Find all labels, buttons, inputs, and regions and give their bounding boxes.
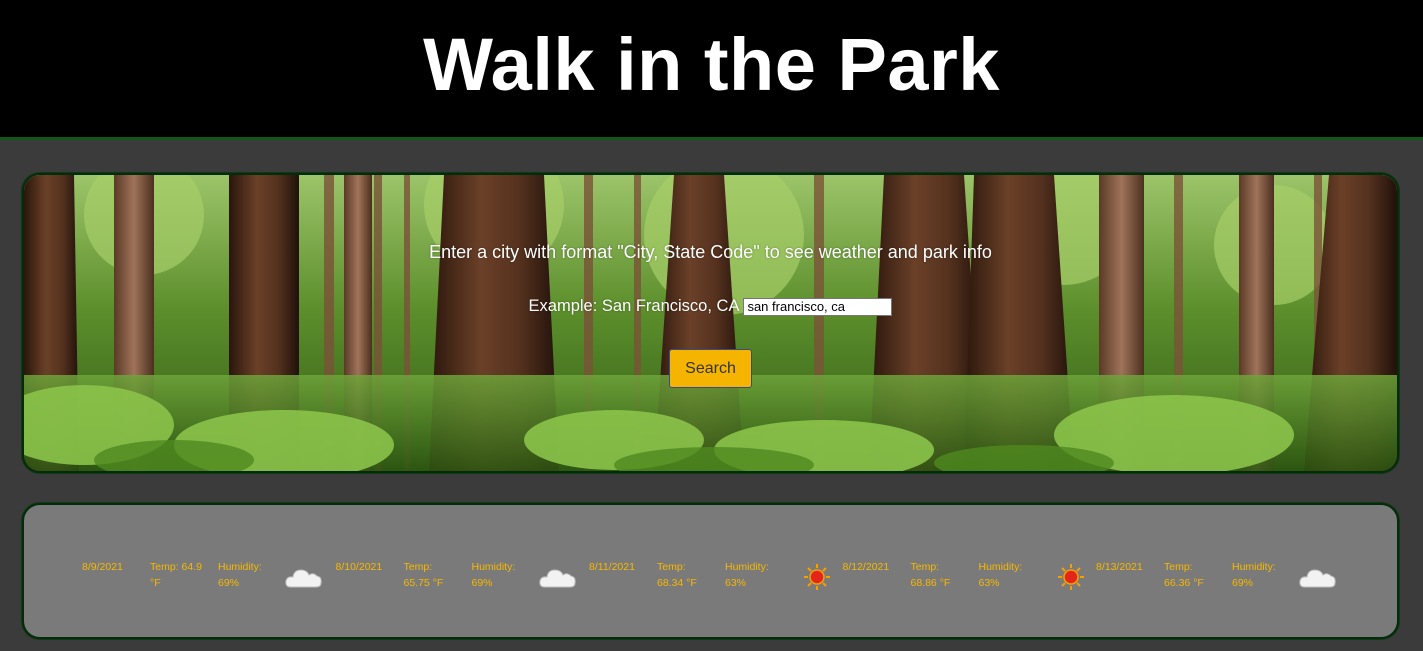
forecast-temp: Temp: 68.86 °F	[911, 559, 979, 591]
search-panel: Enter a city with format "City, State Co…	[22, 173, 1399, 473]
forecast-humidity: Humidity: 69%	[472, 559, 540, 591]
cloud-icon	[538, 569, 576, 588]
search-instructions: Enter a city with format "City, State Co…	[429, 242, 992, 262]
forecast-temp: Temp: 66.36 °F	[1164, 559, 1232, 591]
forecast-temp-value: Temp:	[403, 561, 433, 573]
forecast-humidity-label: Humidity:	[218, 561, 262, 573]
forecast-humidity: Humidity: 69%	[218, 559, 286, 591]
forecast-day: 8/12/2021 Temp: 68.86 °F Humidity: 63%	[843, 559, 1097, 591]
forecast-temp-unit: 68.86 °F	[910, 577, 951, 589]
forecast-temp: Temp: 64.9 °F	[150, 559, 218, 591]
forecast-panel: 8/9/2021 Temp: 64.9 °F Humidity: 69% 8/10/…	[22, 503, 1399, 639]
forecast-temp-unit: 66.36 °F	[1164, 577, 1204, 589]
forecast-day: 8/10/2021 Temp: 65.75 °F Humidity: 69%	[336, 559, 590, 591]
forecast-temp-value: Temp:	[1164, 561, 1193, 573]
forecast-temp-unit: °F	[150, 577, 161, 589]
forecast-humidity-value: 69%	[218, 577, 240, 589]
city-input[interactable]	[743, 297, 893, 316]
forecast-temp-value: Temp:	[657, 561, 686, 573]
forecast-date: 8/11/2021	[589, 561, 635, 573]
forecast-date: 8/13/2021	[1096, 561, 1143, 573]
cloud-icon	[1299, 569, 1336, 588]
forecast-temp: Temp: 68.34 °F	[657, 559, 725, 591]
sun-icon	[804, 564, 830, 590]
example-label: Example: San Francisco, CA	[528, 297, 740, 315]
cloud-icon	[285, 569, 322, 588]
forecast-humidity-label: Humidity:	[978, 561, 1023, 573]
search-row: Example: San Francisco, CA	[24, 297, 1397, 316]
search-form: Enter a city with format "City, State Co…	[24, 175, 1397, 471]
sun-icon	[1057, 564, 1084, 590]
forecast-temp-unit: 65.75 °F	[403, 577, 444, 589]
page-title: Walk in the Park	[423, 23, 1000, 106]
forecast-humidity: Humidity: 63%	[979, 559, 1047, 591]
forecast-humidity-label: Humidity:	[471, 561, 516, 573]
forecast-day: 8/9/2021 Temp: 64.9 °F Humidity: 69%	[82, 559, 336, 591]
forecast-humidity-label: Humidity:	[1232, 561, 1276, 573]
forecast-date: 8/10/2021	[335, 561, 383, 573]
forecast-humidity: Humidity: 63%	[725, 559, 793, 591]
site-header: Walk in the Park	[0, 0, 1423, 140]
forecast-date: 8/12/2021	[842, 561, 890, 573]
forecast-humidity-value: 69%	[471, 577, 493, 589]
forecast-day: 8/11/2021 Temp: 68.34 °F Humidity: 63%	[589, 559, 843, 591]
forecast-humidity-value: 63%	[978, 577, 1000, 589]
forecast-humidity-value: 69%	[1232, 577, 1254, 589]
forecast-temp: Temp: 65.75 °F	[404, 559, 472, 591]
forecast-temp-value: Temp:	[910, 561, 940, 573]
forecast-date: 8/9/2021	[82, 561, 123, 573]
forecast-humidity-value: 63%	[725, 577, 747, 589]
search-button[interactable]: Search	[669, 349, 752, 388]
forecast-humidity: Humidity: 69%	[1232, 559, 1300, 591]
forecast-row: 8/9/2021 Temp: 64.9 °F Humidity: 69% 8/10/…	[82, 559, 1350, 591]
forecast-temp-value: Temp: 64.9	[150, 561, 202, 573]
forecast-temp-unit: 68.34 °F	[657, 577, 697, 589]
forecast-day: 8/13/2021 Temp: 66.36 °F Humidity: 69%	[1096, 559, 1350, 591]
forecast-humidity-label: Humidity:	[725, 561, 769, 573]
